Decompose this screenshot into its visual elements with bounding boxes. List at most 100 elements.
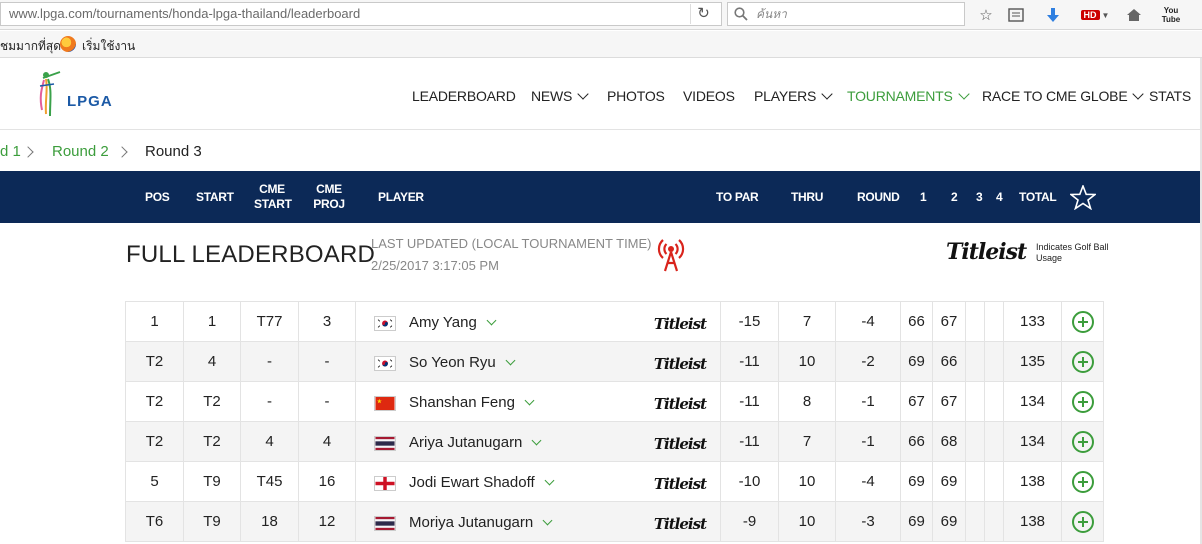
cell-r3 xyxy=(965,301,985,342)
col-total[interactable]: TOTAL xyxy=(1019,190,1057,204)
live-broadcast-icon[interactable] xyxy=(654,235,688,273)
bookmarks-bar: ชมมากที่สุด เริ่มใช้งาน xyxy=(0,31,1202,58)
nav-label: PLAYERS xyxy=(754,88,817,104)
titleist-ball-icon: Titleist xyxy=(653,435,707,453)
expand-plus-icon[interactable] xyxy=(1071,510,1094,533)
expand-plus-icon[interactable] xyxy=(1071,310,1094,333)
expand-plus-icon[interactable] xyxy=(1071,470,1094,493)
cell-cme-proj: 4 xyxy=(298,421,356,462)
table-row[interactable]: T2 4- - So Yeon Ryu Titleist -11 10 -2 69 66 135 xyxy=(125,341,1104,382)
bookmark-getting-started[interactable]: เริ่มใช้งาน xyxy=(82,37,135,56)
expand-plus-icon[interactable] xyxy=(1071,350,1094,373)
leaderboard-table: 1 1 T77 3 Amy Yang Titleist -15 7 -4 66 67 133 T2 4- -… xyxy=(125,301,1104,542)
flag-thailand-icon xyxy=(374,436,396,451)
col-cme-proj[interactable]: CME PROJ xyxy=(313,182,345,212)
cell-round: -2 xyxy=(835,341,901,382)
bookmark-most-visited[interactable]: ชมมากที่สุด xyxy=(0,37,61,56)
chevron-down-icon[interactable] xyxy=(505,355,516,366)
lpga-logo[interactable]: LPGA xyxy=(30,66,130,122)
cell-r4 xyxy=(984,301,1004,342)
col-round[interactable]: ROUND xyxy=(857,190,900,204)
chevron-down-icon[interactable] xyxy=(542,515,553,526)
cell-thru: 10 xyxy=(778,461,836,502)
player-name-link[interactable]: Moriya Jutanugarn xyxy=(409,514,553,531)
url-bar[interactable]: www.lpga.com/tournaments/honda-lpga-thai… xyxy=(0,2,722,26)
cell-r1: 66 xyxy=(900,301,933,342)
table-row[interactable]: 1 1 T77 3 Amy Yang Titleist -15 7 -4 66 67 133 xyxy=(125,301,1104,342)
star-icon[interactable]: ☆ xyxy=(976,5,996,25)
player-name: Jodi Ewart Shadoff xyxy=(409,474,535,491)
cell-r1: 69 xyxy=(900,461,933,502)
chevron-down-icon[interactable] xyxy=(486,315,497,326)
col-r1[interactable]: 1 xyxy=(920,190,927,204)
player-name-link[interactable]: Amy Yang xyxy=(409,314,497,331)
expand-plus-icon[interactable] xyxy=(1071,430,1094,453)
cell-r1: 66 xyxy=(900,421,933,462)
titleist-ball-icon: Titleist xyxy=(653,315,707,333)
youtube-icon[interactable]: You Tube xyxy=(1158,5,1184,25)
flag-thailand-icon xyxy=(374,516,396,531)
cell-start: T2 xyxy=(183,421,241,462)
cell-pos: T2 xyxy=(125,341,184,382)
tab-round-2[interactable]: Round 2 xyxy=(52,143,109,160)
nav-race-to-cme-globe[interactable]: RACE TO CME GLOBE xyxy=(982,88,1145,104)
nav-stats[interactable]: STATS xyxy=(1149,88,1191,104)
col-cme-start[interactable]: CME START xyxy=(254,182,292,212)
nav-photos[interactable]: PHOTOS xyxy=(607,88,665,104)
nav-tournaments[interactable]: TOURNAMENTS xyxy=(847,88,970,104)
table-row[interactable]: T6 T9 18 12 Moriya Jutanugarn Titleist -9 10 -3 6… xyxy=(125,501,1104,542)
logo-text: LPGA xyxy=(67,93,113,110)
player-name-link[interactable]: Shanshan Feng xyxy=(409,394,535,411)
col-r2[interactable]: 2 xyxy=(951,190,958,204)
nav-label: TOURNAMENTS xyxy=(847,88,953,104)
cell-start: T9 xyxy=(183,501,241,542)
expand-plus-icon[interactable] xyxy=(1071,390,1094,413)
chevron-down-icon[interactable] xyxy=(531,435,542,446)
chevron-down-icon[interactable] xyxy=(544,475,555,486)
cell-to-par: -15 xyxy=(720,301,779,342)
table-row[interactable]: 5 T9 T45 16 Jodi Ewart Shadoff Titleist -10 10-… xyxy=(125,461,1104,502)
cell-round: -4 xyxy=(835,301,901,342)
nav-players[interactable]: PLAYERS xyxy=(754,88,833,104)
player-name-link[interactable]: So Yeon Ryu xyxy=(409,354,516,371)
cell-total: 134 xyxy=(1003,421,1062,462)
titleist-sponsor-logo: Titleist xyxy=(946,239,1027,265)
home-icon[interactable] xyxy=(1124,5,1144,25)
col-label: CME xyxy=(259,182,285,196)
col-label: CME xyxy=(316,182,342,196)
hd-extension-icon[interactable]: HD ▼ xyxy=(1080,5,1110,25)
chevron-right-icon xyxy=(116,146,128,158)
nav-leaderboard[interactable]: LEADERBOARD xyxy=(412,88,516,104)
nav-news[interactable]: NEWS xyxy=(531,88,589,104)
cell-to-par: -11 xyxy=(720,421,779,462)
cell-action xyxy=(1061,341,1104,382)
chevron-down-icon xyxy=(958,88,970,100)
col-r3[interactable]: 3 xyxy=(976,190,983,204)
reader-icon[interactable] xyxy=(1006,5,1026,25)
cell-total: 138 xyxy=(1003,501,1062,542)
player-name-link[interactable]: Jodi Ewart Shadoff xyxy=(409,474,555,491)
col-r4[interactable]: 4 xyxy=(996,190,1003,204)
cell-r2: 67 xyxy=(932,301,966,342)
table-row[interactable]: T2 T2 4 4 Ariya Jutanugarn Titleist -11 7 -1 66 68… xyxy=(125,421,1104,462)
cell-action xyxy=(1061,301,1104,342)
nav-videos[interactable]: VIDEOS xyxy=(683,88,735,104)
col-to-par[interactable]: TO PAR xyxy=(716,190,759,204)
search-input[interactable]: ค้นหา xyxy=(727,2,965,26)
col-pos[interactable]: POS xyxy=(145,190,170,204)
col-player[interactable]: PLAYER xyxy=(378,190,424,204)
col-thru[interactable]: THRU xyxy=(791,190,823,204)
reload-icon[interactable]: ↻ xyxy=(690,4,716,24)
cell-r3 xyxy=(965,501,985,542)
chevron-down-icon[interactable] xyxy=(524,395,535,406)
player-name-link[interactable]: Ariya Jutanugarn xyxy=(409,434,542,451)
download-icon[interactable] xyxy=(1043,5,1063,25)
cell-pos: T6 xyxy=(125,501,184,542)
col-start[interactable]: START xyxy=(196,190,234,204)
cell-r1: 69 xyxy=(900,341,933,382)
table-row[interactable]: T2 T2- - Shanshan Feng Titleist -11 8 -1 67 67 134 xyxy=(125,381,1104,422)
tab-round-1[interactable]: d 1 xyxy=(0,143,21,160)
cell-player: Moriya Jutanugarn Titleist xyxy=(355,501,721,542)
favorite-star-icon[interactable] xyxy=(1070,185,1096,210)
cell-total: 134 xyxy=(1003,381,1062,422)
